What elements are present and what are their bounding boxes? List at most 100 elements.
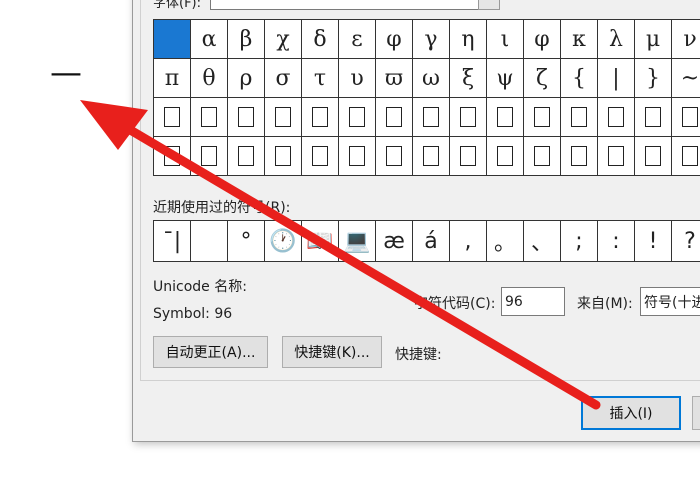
recent-symbol-cell[interactable]: ¯| <box>154 221 191 261</box>
missing-glyph-box <box>534 146 550 166</box>
recent-symbol-cell[interactable]: 💻 <box>339 221 376 261</box>
symbol-cell[interactable] <box>450 137 487 176</box>
recent-symbol-cell[interactable]: ° <box>228 221 265 261</box>
symbol-cell[interactable] <box>672 98 700 137</box>
symbol-cell[interactable]: ι <box>487 20 524 59</box>
symbol-cell[interactable] <box>339 137 376 176</box>
symbol-cell[interactable] <box>154 20 191 59</box>
symbol-cell[interactable] <box>487 137 524 176</box>
symbol-cell[interactable]: σ <box>265 59 302 98</box>
symbol-cell[interactable] <box>524 137 561 176</box>
recent-symbol-cell[interactable]: , <box>450 221 487 261</box>
symbol-cell[interactable]: | <box>598 59 635 98</box>
missing-glyph-box <box>312 107 328 127</box>
symbol-cell[interactable] <box>302 98 339 137</box>
missing-glyph-box <box>497 107 513 127</box>
recent-symbol-cell[interactable]: á <box>413 221 450 261</box>
char-code-label: 字符代码(C): <box>414 296 496 312</box>
symbol-cell[interactable]: χ <box>265 20 302 59</box>
symbol-cell[interactable] <box>635 137 672 176</box>
symbol-name-text: Symbol: 96 <box>153 306 233 322</box>
document-em-dash: — <box>50 53 82 91</box>
missing-glyph-box <box>386 146 402 166</box>
symbol-cell[interactable]: π <box>154 59 191 98</box>
symbol-cell[interactable]: α <box>191 20 228 59</box>
symbol-cell[interactable]: ϖ <box>376 59 413 98</box>
symbol-cell[interactable] <box>376 98 413 137</box>
symbol-cell[interactable] <box>672 137 700 176</box>
recent-symbol-cell[interactable]: 🕐 <box>265 221 302 261</box>
symbol-cell[interactable]: ~ <box>672 59 700 98</box>
symbol-cell[interactable] <box>265 137 302 176</box>
missing-glyph-box <box>164 146 180 166</box>
symbol-cell[interactable]: θ <box>191 59 228 98</box>
symbol-cell[interactable] <box>487 98 524 137</box>
symbol-cell[interactable] <box>154 98 191 137</box>
recent-symbol-cell[interactable]: ; <box>561 221 598 261</box>
symbol-cell[interactable]: ρ <box>228 59 265 98</box>
symbol-cell[interactable]: ε <box>339 20 376 59</box>
symbol-cell[interactable]: τ <box>302 59 339 98</box>
symbol-cell[interactable]: γ <box>413 20 450 59</box>
recent-symbol-cell[interactable]: ? <box>672 221 700 261</box>
symbol-cell[interactable] <box>561 137 598 176</box>
symbol-cell[interactable]: ξ <box>450 59 487 98</box>
symbol-cell[interactable] <box>635 98 672 137</box>
font-dropdown-button[interactable] <box>478 0 500 10</box>
symbol-cell[interactable]: φ <box>376 20 413 59</box>
symbol-cell[interactable] <box>450 98 487 137</box>
recent-symbols-grid: ¯| ° 🕐 📖 💻 æ á,。、;:!? <box>153 220 700 262</box>
from-label: 来自(M): <box>577 296 633 312</box>
missing-glyph-box <box>645 146 661 166</box>
symbol-grid-row: αβχδεφγηιφκλμν <box>154 20 700 59</box>
char-code-input[interactable]: 96 <box>501 287 565 316</box>
symbol-cell[interactable] <box>413 137 450 176</box>
symbol-cell[interactable]: ζ <box>524 59 561 98</box>
symbol-cell[interactable] <box>302 137 339 176</box>
symbol-cell[interactable]: υ <box>339 59 376 98</box>
symbol-cell[interactable] <box>339 98 376 137</box>
recent-symbol-cell[interactable]: 、 <box>524 221 561 261</box>
recent-symbol-cell[interactable]: ! <box>635 221 672 261</box>
symbol-cell[interactable]: η <box>450 20 487 59</box>
missing-glyph-box <box>682 146 698 166</box>
symbol-cell[interactable]: ψ <box>487 59 524 98</box>
shortcut-key-button[interactable]: 快捷键(K)... <box>282 336 382 368</box>
symbol-cell[interactable] <box>228 98 265 137</box>
recent-symbol-cell[interactable]: æ <box>376 221 413 261</box>
cancel-button-partial[interactable] <box>692 396 700 430</box>
symbol-cell[interactable]: ν <box>672 20 700 59</box>
symbol-cell[interactable] <box>191 137 228 176</box>
from-select[interactable]: 符号(十进 <box>640 287 700 316</box>
symbol-cell[interactable] <box>524 98 561 137</box>
symbol-cell[interactable] <box>376 137 413 176</box>
symbol-cell[interactable] <box>154 137 191 176</box>
symbol-cell[interactable]: δ <box>302 20 339 59</box>
symbol-cell[interactable] <box>265 98 302 137</box>
symbol-cell[interactable]: } <box>635 59 672 98</box>
autocorrect-button[interactable]: 自动更正(A)... <box>153 336 268 368</box>
symbol-cell[interactable]: β <box>228 20 265 59</box>
symbol-cell[interactable] <box>228 137 265 176</box>
recent-symbol-cell[interactable]: 。 <box>487 221 524 261</box>
recent-symbols-label: 近期使用过的符号(R): <box>153 200 291 216</box>
missing-glyph-box <box>571 107 587 127</box>
symbol-cell[interactable]: φ <box>524 20 561 59</box>
symbol-cell[interactable] <box>191 98 228 137</box>
missing-glyph-box <box>423 107 439 127</box>
symbol-cell[interactable]: μ <box>635 20 672 59</box>
symbol-cell[interactable] <box>598 137 635 176</box>
symbol-grid-row <box>154 98 700 137</box>
symbol-cell[interactable]: λ <box>598 20 635 59</box>
recent-symbol-cell[interactable]: 📖 <box>302 221 339 261</box>
symbol-cell[interactable]: κ <box>561 20 598 59</box>
symbol-cell[interactable]: ω <box>413 59 450 98</box>
symbol-cell[interactable] <box>413 98 450 137</box>
insert-button[interactable]: 插入(I) <box>581 396 681 430</box>
recent-symbol-cell[interactable]: : <box>598 221 635 261</box>
symbol-cell[interactable]: { <box>561 59 598 98</box>
symbol-cell[interactable] <box>598 98 635 137</box>
symbol-cell[interactable] <box>561 98 598 137</box>
recent-symbol-cell[interactable] <box>191 221 228 261</box>
font-select[interactable] <box>210 0 500 10</box>
